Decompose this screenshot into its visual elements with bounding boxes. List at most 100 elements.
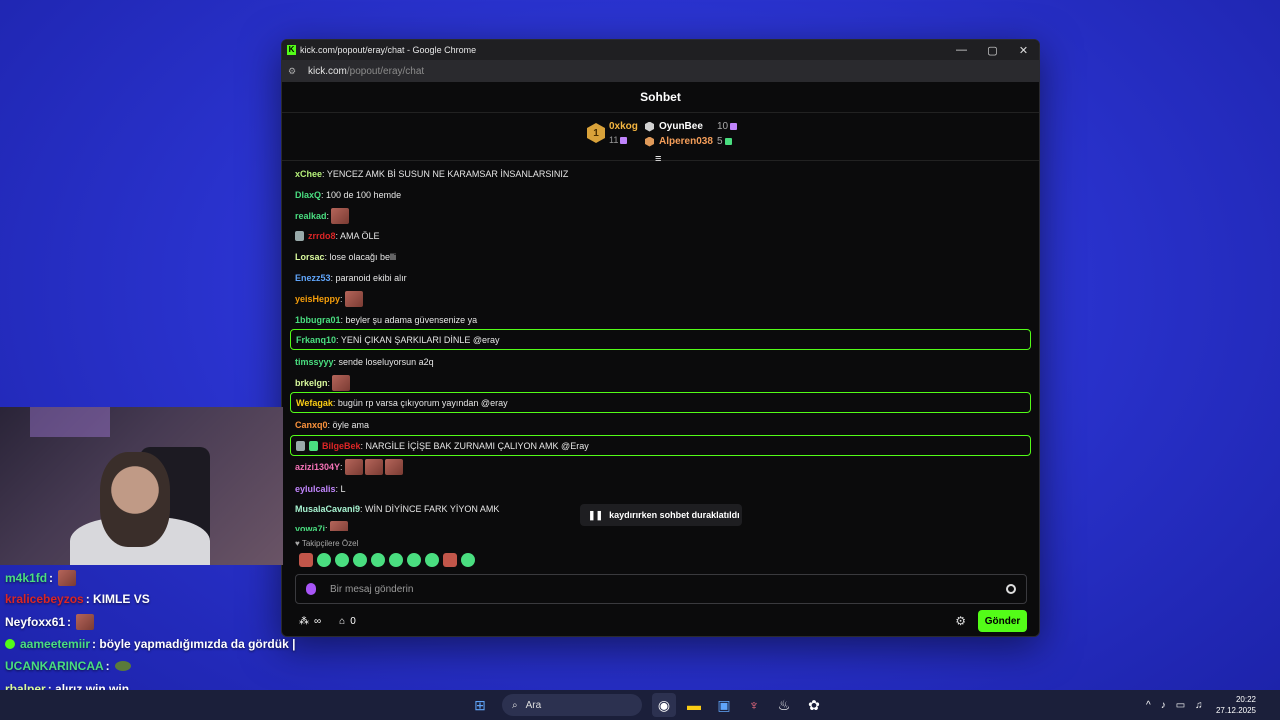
- emote-icon[interactable]: [329, 521, 348, 531]
- chat-username[interactable]: Enezz53: [295, 273, 331, 283]
- chat-message[interactable]: Wefagak: bugün rp varsa çıkıyorum yayınd…: [290, 392, 1031, 413]
- overlay-chat-message: m4k1fd :: [5, 570, 77, 586]
- chat-username[interactable]: MusalaCavani9: [295, 504, 360, 514]
- emoji-picker-icon[interactable]: [1006, 584, 1016, 594]
- taskbar-search[interactable]: ⌕ Ara: [502, 694, 642, 716]
- store-item[interactable]: ⌂ 0: [339, 616, 356, 627]
- emote-icon[interactable]: [389, 553, 403, 567]
- chat-username[interactable]: yowa7i: [295, 524, 325, 531]
- emote-icon[interactable]: [344, 291, 363, 307]
- chat-message[interactable]: yeisHeppy:: [295, 291, 363, 307]
- emote-icon[interactable]: [443, 553, 457, 567]
- chat-message[interactable]: xChee: YENCEZ AMK Bİ SUSUN NE KARAMSAR İ…: [295, 167, 568, 181]
- emote-icon[interactable]: [371, 553, 385, 567]
- maximize-button[interactable]: ▢: [977, 40, 1008, 60]
- overlay-username: aameetemiir: [20, 637, 91, 651]
- minimize-button[interactable]: —: [946, 40, 977, 60]
- microphone-icon[interactable]: [306, 583, 316, 595]
- overlay-chat-message: aameetemiir : böyle yapmadığımızda da gö…: [5, 637, 295, 651]
- photos-icon[interactable]: ▣: [712, 693, 736, 717]
- taskbar-clock[interactable]: 20:22 27.12.2025: [1216, 694, 1256, 716]
- chat-username[interactable]: Wefagak: [296, 398, 333, 408]
- chat-message[interactable]: realkad:: [295, 208, 350, 224]
- send-button[interactable]: Gönder: [978, 610, 1027, 632]
- chat-message[interactable]: yowa7i:: [295, 521, 348, 531]
- system-tray: ^ ♪ ▭ ♫: [1146, 690, 1203, 720]
- webcam-feed: [0, 407, 283, 565]
- leader-name: OyunBee: [659, 121, 703, 132]
- emote-icon[interactable]: [461, 553, 475, 567]
- chat-message[interactable]: Enezz53: paranoid ekibi alır: [295, 271, 407, 285]
- message-input[interactable]: Bir mesaj gönderin: [295, 574, 1027, 604]
- address-bar[interactable]: ⚙ kick.com/popout/eray/chat: [282, 60, 1039, 82]
- chevron-up-icon[interactable]: ^: [1146, 700, 1151, 711]
- chat-message[interactable]: brkelgn:: [295, 375, 351, 391]
- microphone-icon[interactable]: ♪: [1161, 700, 1166, 711]
- chat-username[interactable]: realkad: [295, 211, 327, 221]
- chat-username[interactable]: Frkanq10: [296, 335, 336, 345]
- overlay-text: :: [49, 571, 54, 585]
- chat-paused-notice[interactable]: ❚❚ kaydırırken sohbet duraklatıldı: [580, 504, 742, 526]
- chat-message[interactable]: 1bbugra01: beyler şu adama güvensenize y…: [295, 313, 477, 327]
- volume-icon[interactable]: ♫: [1195, 700, 1203, 711]
- settings-gear-icon[interactable]: ⚙: [955, 614, 966, 628]
- viewers-item[interactable]: ⁂ ∞: [299, 616, 321, 627]
- chat-message[interactable]: BilgeBek: NARGİLE İÇİŞE BAK ZURNAMI ÇALI…: [290, 435, 1031, 456]
- emote-icon[interactable]: [344, 459, 363, 475]
- chat-username[interactable]: BilgeBek: [322, 441, 361, 451]
- chat-username[interactable]: xChee: [295, 169, 322, 179]
- chat-message[interactable]: Lorsac: lose olacağı belli: [295, 250, 396, 264]
- chat-message[interactable]: zrrdo8: AMA ÖLE: [295, 229, 380, 243]
- chat-username[interactable]: zrrdo8: [308, 231, 336, 241]
- game-app-icon[interactable]: ♆: [742, 693, 766, 717]
- chat-username[interactable]: brkelgn: [295, 378, 328, 388]
- emote-icon[interactable]: [353, 553, 367, 567]
- emote-icon[interactable]: [299, 553, 313, 567]
- chat-message[interactable]: Frkanq10: YENİ ÇIKAN ŞARKILARI DİNLE @er…: [290, 329, 1031, 350]
- chat-text: :: [327, 378, 331, 388]
- file-explorer-icon[interactable]: ▬: [682, 693, 706, 717]
- leaderboard-row[interactable]: OyunBee 10: [645, 121, 738, 132]
- chat-message[interactable]: DlaxQ: 100 de 100 hemde: [295, 188, 401, 202]
- chat-text: : beyler şu adama güvensenize ya: [340, 315, 478, 325]
- emote-icon[interactable]: [331, 208, 350, 224]
- emote-icon[interactable]: [425, 553, 439, 567]
- app-icon[interactable]: ✿: [802, 693, 826, 717]
- chat-message[interactable]: Canxq0: öyle ama: [295, 418, 369, 432]
- steam-icon[interactable]: ♨: [772, 693, 796, 717]
- rank-badge-icon: 1: [587, 123, 605, 143]
- chat-messages[interactable]: xChee: YENCEZ AMK Bİ SUSUN NE KARAMSAR İ…: [282, 163, 1039, 531]
- chat-username[interactable]: 1bbugra01: [295, 315, 341, 325]
- leaderboard-row[interactable]: Alperen038 5: [645, 136, 737, 147]
- close-button[interactable]: ✕: [1008, 40, 1039, 60]
- emote-icon[interactable]: [384, 459, 403, 475]
- leader-count: 5: [717, 136, 723, 147]
- chat-username[interactable]: eylulcalis: [295, 484, 336, 494]
- pause-icon: ❚❚: [588, 509, 604, 520]
- chat-message[interactable]: azizi1304Y:: [295, 459, 403, 475]
- chat-username[interactable]: Canxq0: [295, 420, 328, 430]
- chat-text: : YENİ ÇIKAN ŞARKILARI DİNLE @eray: [336, 334, 500, 345]
- chat-username[interactable]: yeisHeppy: [295, 294, 340, 304]
- emote-icon[interactable]: [407, 553, 421, 567]
- emote-quick-bar: [299, 553, 475, 567]
- chrome-icon[interactable]: ◉: [652, 693, 676, 717]
- display-icon[interactable]: ▭: [1176, 700, 1185, 711]
- emote-icon[interactable]: [317, 553, 331, 567]
- chat-username[interactable]: azizi1304Y: [295, 462, 340, 472]
- chat-username[interactable]: Lorsac: [295, 252, 325, 262]
- chat-username[interactable]: timssyyy: [295, 357, 334, 367]
- gift-icon: [620, 137, 628, 145]
- start-menu-icon[interactable]: ⊞: [468, 693, 492, 717]
- chat-message[interactable]: eylulcalis: L: [295, 482, 346, 496]
- emote-icon[interactable]: [332, 375, 351, 391]
- emote-icon[interactable]: [364, 459, 383, 475]
- clock-time: 20:22: [1235, 695, 1256, 704]
- chat-message[interactable]: timssyyy: sende loseluyorsun a2q: [295, 355, 434, 369]
- site-info-icon[interactable]: ⚙: [288, 66, 302, 77]
- leaderboard-first[interactable]: 1 0xkog 11: [587, 121, 638, 145]
- overlay-text: : böyle yapmadığımızda da gördük |: [92, 637, 296, 651]
- emote-icon[interactable]: [335, 553, 349, 567]
- chat-username[interactable]: DlaxQ: [295, 190, 321, 200]
- chat-message[interactable]: MusalaCavani9: WİN DİYİNCE FARK YİYON AM…: [295, 502, 499, 516]
